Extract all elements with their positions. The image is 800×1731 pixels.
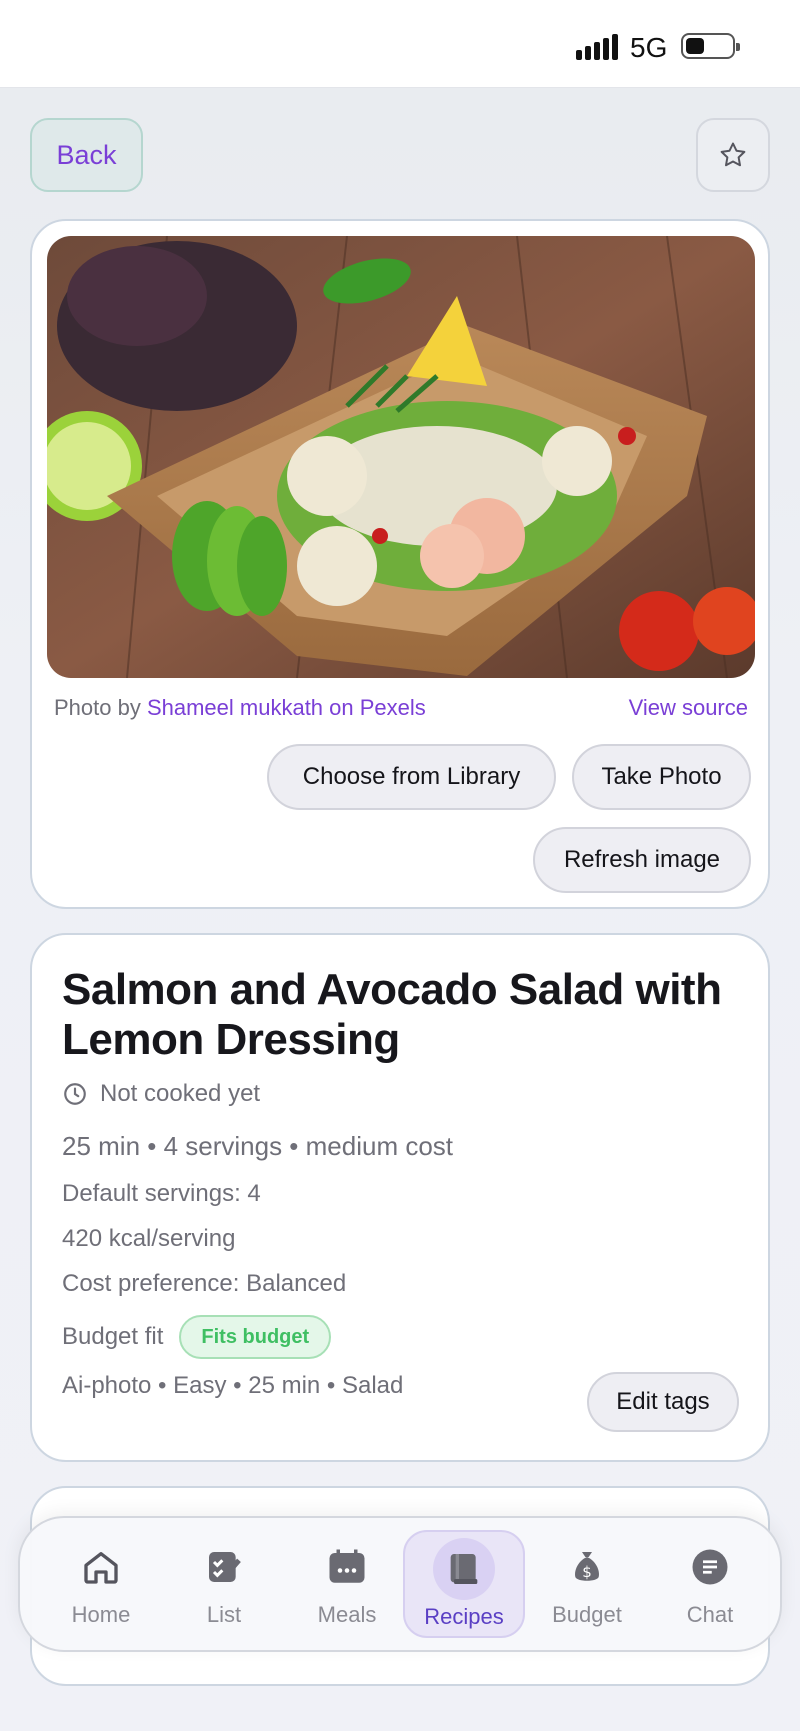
- clock-icon: [64, 1083, 86, 1105]
- credit-prefix: Photo by: [54, 695, 147, 720]
- view-source-link[interactable]: View source: [629, 695, 748, 721]
- tab-list-label: List: [206, 1602, 242, 1627]
- checklist-icon: [199, 1542, 249, 1592]
- tab-recipes[interactable]: Recipes: [403, 1530, 525, 1638]
- book-icon: [433, 1538, 495, 1600]
- tab-list[interactable]: List: [163, 1530, 285, 1638]
- chat-icon: [685, 1542, 735, 1592]
- home-icon: [76, 1542, 126, 1592]
- take-photo-button[interactable]: Take Photo: [572, 744, 751, 810]
- tab-home[interactable]: Home: [40, 1530, 162, 1638]
- star-icon: [720, 142, 746, 167]
- network-label: 5G: [630, 32, 668, 63]
- choose-from-library-button[interactable]: Choose from Library: [267, 744, 556, 810]
- recipe-photo: [47, 236, 755, 678]
- budget-status-badge: Fits budget: [179, 1315, 332, 1359]
- money-bag-icon: $: [562, 1542, 612, 1592]
- back-button[interactable]: Back: [30, 118, 143, 192]
- edit-tags-button[interactable]: Edit tags: [587, 1372, 739, 1432]
- tab-recipes-label: Recipes: [424, 1604, 504, 1629]
- tab-chat[interactable]: Chat: [649, 1530, 771, 1638]
- tab-budget[interactable]: $ Budget: [526, 1530, 648, 1638]
- kcal-per-serving: 420 kcal/serving: [62, 1225, 236, 1252]
- default-servings: Default servings: 4: [62, 1180, 261, 1207]
- recipe-tags: Ai-photo • Easy • 25 min • Salad: [62, 1372, 404, 1399]
- budget-fit-row: Budget fit Fits budget: [62, 1315, 332, 1359]
- recipe-title: Salmon and Avocado Salad with Lemon Dres…: [62, 965, 722, 1064]
- tab-chat-label: Chat: [686, 1602, 734, 1627]
- tab-home-label: Home: [71, 1602, 131, 1627]
- refresh-image-button[interactable]: Refresh image: [533, 827, 751, 893]
- photo-credit: Photo by Shameel mukkath on Pexels: [54, 695, 426, 721]
- recipe-info-card: Salmon and Avocado Salad with Lemon Dres…: [30, 933, 770, 1462]
- favorite-button[interactable]: [696, 118, 770, 192]
- photographer-link[interactable]: Shameel mukkath: [147, 695, 323, 720]
- svg-text:$: $: [582, 1563, 592, 1581]
- tab-meals-label: Meals: [317, 1602, 377, 1627]
- cost-preference: Cost preference: Balanced: [62, 1270, 347, 1297]
- cook-status-text: Not cooked yet: [100, 1080, 261, 1107]
- pexels-link[interactable]: on Pexels: [323, 695, 426, 720]
- battery-icon: [681, 33, 740, 59]
- recipe-meta: 25 min • 4 servings • medium cost: [62, 1131, 454, 1161]
- bottom-tab-bar: Home List Meals Recipes $ Budget Chat: [18, 1516, 782, 1652]
- status-bar: 5G: [0, 0, 800, 88]
- tab-meals[interactable]: Meals: [286, 1530, 408, 1638]
- signal-icon: [576, 34, 618, 60]
- budget-fit-label: Budget fit: [62, 1323, 164, 1350]
- calendar-icon: [322, 1542, 372, 1592]
- cook-status: Not cooked yet: [62, 1080, 260, 1108]
- photo-card: Photo by Shameel mukkath on Pexels View …: [30, 219, 770, 909]
- tab-budget-label: Budget: [552, 1602, 622, 1627]
